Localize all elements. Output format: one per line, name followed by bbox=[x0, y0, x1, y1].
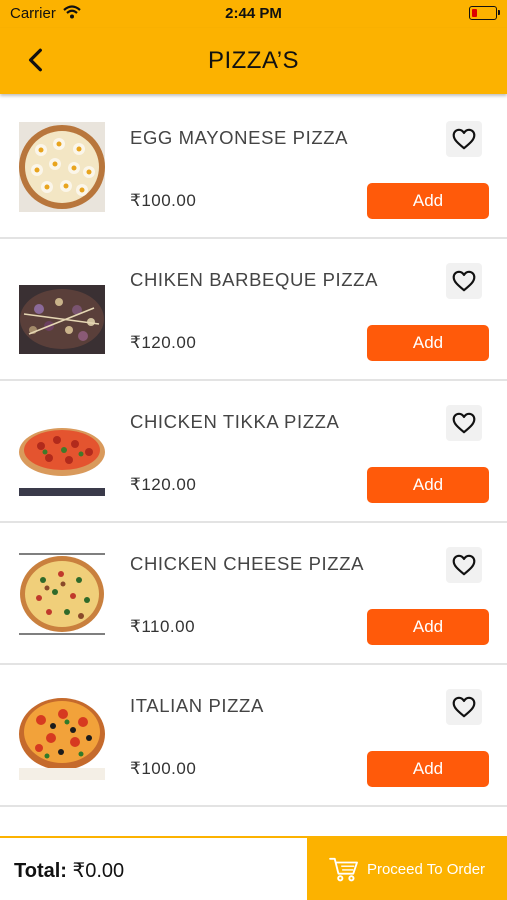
proceed-to-order-button[interactable]: Proceed To Order bbox=[307, 838, 507, 900]
list-item: CHICKEN TIKKA PIZZA ₹120.00 Add bbox=[0, 381, 507, 523]
proceed-label: Proceed To Order bbox=[366, 860, 486, 878]
heart-outline-icon bbox=[452, 412, 476, 434]
pizza-image bbox=[19, 122, 105, 212]
favorite-button[interactable] bbox=[446, 405, 482, 441]
list-item: CHICKEN CHEESE PIZZA ₹110.00 Add bbox=[0, 523, 507, 665]
item-name: CHIKEN BARBEQUE PIZZA bbox=[130, 269, 379, 290]
cart-footer: Total: ₹0.00 Proceed To Order bbox=[0, 836, 507, 900]
nav-bar: PIZZA’S bbox=[0, 28, 507, 94]
cart-icon bbox=[329, 857, 358, 882]
item-price: ₹100.00 bbox=[130, 191, 197, 210]
pizza-image bbox=[19, 264, 105, 354]
order-total: Total: ₹0.00 bbox=[14, 858, 124, 883]
add-button[interactable]: Add bbox=[367, 467, 489, 503]
item-name: ITALIAN PIZZA bbox=[130, 695, 264, 716]
total-label: Total: bbox=[14, 860, 67, 882]
status-time: 2:44 PM bbox=[225, 5, 282, 22]
page-title: PIZZA’S bbox=[207, 47, 300, 74]
status-bar: Carrier 2:44 PM bbox=[0, 0, 507, 28]
heart-outline-icon bbox=[452, 270, 476, 292]
favorite-button[interactable] bbox=[446, 689, 482, 725]
list-item: CHIKEN BARBEQUE PIZZA ₹120.00 Add bbox=[0, 239, 507, 381]
pizza-image bbox=[19, 690, 105, 780]
add-button[interactable]: Add bbox=[367, 325, 489, 361]
item-name: CHICKEN TIKKA PIZZA bbox=[130, 411, 340, 432]
add-button[interactable]: Add bbox=[367, 751, 489, 787]
total-value: ₹0.00 bbox=[72, 860, 125, 882]
item-name: CHICKEN CHEESE PIZZA bbox=[130, 553, 365, 574]
list-item: EGG MAYONESE PIZZA ₹100.00 Add bbox=[0, 97, 507, 239]
heart-outline-icon bbox=[452, 128, 476, 150]
battery-icon bbox=[469, 6, 500, 20]
heart-outline-icon bbox=[452, 696, 476, 718]
favorite-button[interactable] bbox=[446, 547, 482, 583]
add-button[interactable]: Add bbox=[367, 609, 489, 645]
item-price: ₹120.00 bbox=[130, 475, 197, 494]
item-price: ₹120.00 bbox=[130, 333, 197, 352]
item-name: EGG MAYONESE PIZZA bbox=[130, 127, 349, 148]
list-item: ITALIAN PIZZA ₹100.00 Add bbox=[0, 665, 507, 807]
favorite-button[interactable] bbox=[446, 121, 482, 157]
favorite-button[interactable] bbox=[446, 263, 482, 299]
pizza-list: EGG MAYONESE PIZZA ₹100.00 Add CHIKEN BA… bbox=[0, 97, 507, 807]
item-price: ₹110.00 bbox=[130, 617, 196, 636]
add-button[interactable]: Add bbox=[367, 183, 489, 219]
list-item-partial bbox=[0, 808, 507, 838]
pizza-image bbox=[19, 548, 105, 638]
item-price: ₹100.00 bbox=[130, 759, 197, 778]
pizza-image bbox=[19, 406, 105, 496]
heart-outline-icon bbox=[452, 554, 476, 576]
